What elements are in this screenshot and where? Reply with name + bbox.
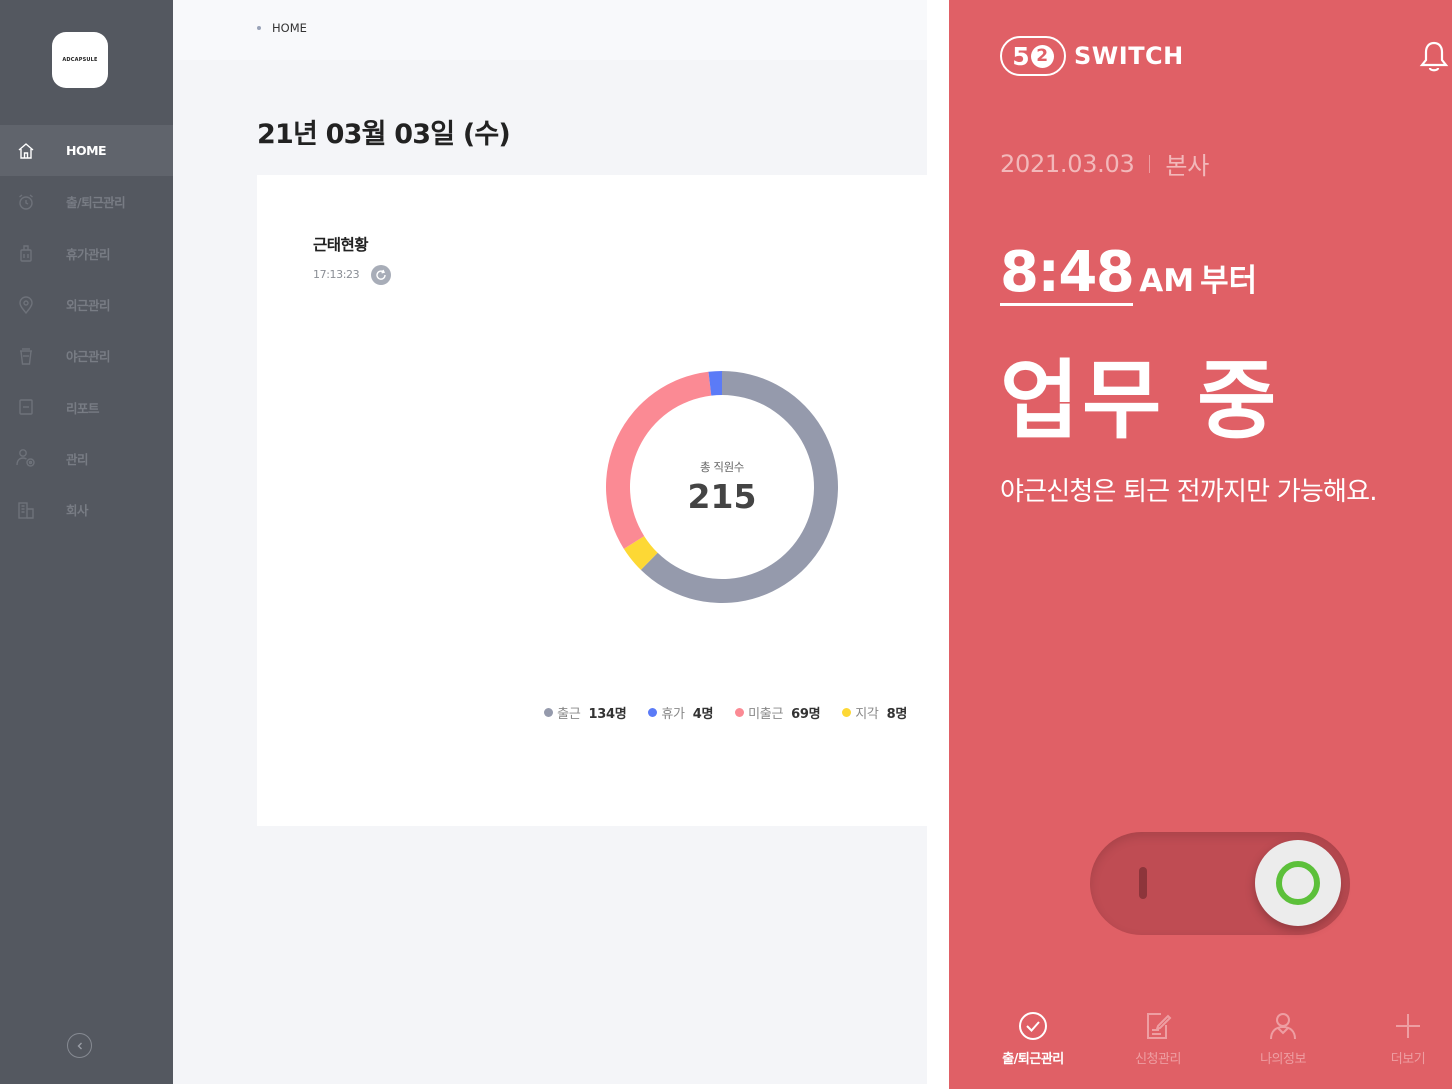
suitcase-icon [16,243,36,263]
top-bar: HOME [173,0,927,60]
sidebar-item-label: 관리 [66,451,89,467]
breadcrumb: HOME [257,21,307,35]
toggle-off-marker [1139,867,1147,899]
legend-label: 미출근 [748,707,784,722]
legend-item: 출근 134명 [544,703,627,722]
check-circle-icon [1017,1010,1049,1042]
sidebar-item-vacation[interactable]: 휴가관리 [0,228,173,279]
logo-digit-five: 5 [1012,41,1030,71]
coffee-cup-icon [16,346,36,366]
clock-in-toggle[interactable] [1090,832,1350,935]
home-icon [16,141,36,161]
legend-item: 휴가 4명 [648,703,713,722]
tab-my-info[interactable]: 나의정보 [1233,1010,1333,1067]
clock-in-suffix: 부터 [1200,263,1258,299]
breadcrumb-bullet-icon [257,26,261,30]
tab-label: 출/퇴근관리 [1002,1052,1064,1067]
page-title: 21년 03월 03일 (수) [257,119,511,150]
app-logo-badge: 5 2 [1000,36,1066,76]
notification-button[interactable] [1419,40,1449,74]
sidebar-collapse-button[interactable] [67,1033,92,1058]
legend-count: 4명 [692,707,714,722]
date-location-line: 2021.03.03 본사 [1000,146,1209,181]
legend-label: 휴가 [661,707,685,722]
work-status: 업무 중 [1000,351,1280,451]
sidebar-item-outside-work[interactable]: 외근관리 [0,279,173,330]
legend-count: 8명 [886,707,908,722]
sidebar-item-management[interactable]: 관리 [0,433,173,484]
updated-time: 17:13:23 [313,268,360,281]
legend-label: 출근 [557,707,581,722]
company-logo-text: ADCAPSULE [62,57,98,63]
clock-in-ampm: AM [1139,263,1195,299]
tab-label: 신청관리 [1135,1052,1181,1067]
clock-in-time-value: 8:48 [1000,240,1135,306]
sidebar-menu: HOME 출/퇴근관리 휴가관리 외근관리 야근관리 리포트 관리 회사 [0,125,173,535]
legend-dot-icon [735,708,745,717]
chart-legend: 출근 134명 휴가 4명 미출근 69명 지각 8명 [544,703,907,722]
sidebar-item-overtime[interactable]: 야근관리 [0,330,173,381]
info-separator [1149,154,1151,173]
sidebar-item-home[interactable]: HOME [0,125,173,177]
sidebar-item-attendance[interactable]: 출/퇴근관리 [0,176,173,227]
sidebar-item-company[interactable]: 회사 [0,484,173,535]
legend-dot-icon [648,708,658,717]
location-pin-icon [16,295,36,315]
card-title: 근태현황 [313,236,369,254]
bell-icon [1419,41,1449,78]
toggle-on-ring-icon [1276,861,1320,905]
legend-item: 미출근 69명 [735,703,821,722]
sidebar: ADCAPSULE HOME 출/퇴근관리 휴가관리 외근관리 야근관리 리포트… [0,0,173,1084]
panel-divider [927,0,949,1089]
app-logo: 5 2 SWITCH [1000,36,1184,76]
donut-slice-미출근[interactable] [606,371,712,549]
refresh-icon [375,266,387,285]
legend-item: 지각 8명 [842,703,907,722]
attendance-status-card: 근태현황 17:13:23 총 직원수 215 출근 134명 휴가 4명 미출근 69명… [257,175,927,826]
attendance-donut-chart [606,371,838,603]
legend-dot-icon [842,708,852,717]
sidebar-item-label: 외근관리 [66,298,111,314]
logo-digit-two: 2 [1030,44,1054,68]
mobile-app-screen: 5 2 SWITCH 2021.03.03 본사 8:48 AM 부터 업무 중… [949,0,1452,1089]
tab-label: 나의정보 [1260,1052,1306,1067]
company-logo[interactable]: ADCAPSULE [52,32,108,88]
current-date: 2021.03.03 [1000,149,1135,178]
chevron-left-icon [75,1036,85,1055]
tab-requests[interactable]: 신청관리 [1108,1010,1208,1067]
sidebar-item-label: 회사 [66,503,89,519]
sidebar-item-label: 리포트 [66,400,100,416]
legend-dot-icon [544,708,554,717]
edit-document-icon [1142,1010,1174,1042]
bottom-tab-bar: 출/퇴근관리 신청관리 나의정보 더보기 [949,1000,1452,1089]
sidebar-item-report[interactable]: 리포트 [0,381,173,432]
work-location: 본사 [1165,152,1209,180]
clock-in-time: 8:48 AM 부터 [1000,240,1258,306]
report-icon [16,397,36,417]
sidebar-item-label: 야근관리 [66,349,111,365]
refresh-button[interactable] [371,265,391,285]
plus-icon [1392,1010,1424,1042]
tab-more[interactable]: 더보기 [1358,1010,1452,1067]
building-icon [16,500,36,520]
user-settings-icon [16,448,36,468]
legend-count: 134명 [588,707,627,722]
sidebar-item-label: 휴가관리 [66,246,111,262]
toggle-knob[interactable] [1255,840,1341,926]
tab-label: 더보기 [1390,1052,1426,1067]
breadcrumb-home[interactable]: HOME [272,21,307,35]
legend-label: 지각 [855,707,879,722]
legend-count: 69명 [791,707,821,722]
sidebar-item-label: 출/퇴근관리 [66,195,126,211]
sidebar-item-label: HOME [66,143,107,159]
main-content: HOME 21년 03월 03일 (수) 근태현황 17:13:23 총 직원수… [173,0,927,1084]
app-name: SWITCH [1074,42,1184,70]
overtime-notice: 야근신청은 퇴근 전까지만 가능해요. [1000,477,1377,507]
person-icon [1267,1010,1299,1042]
tab-attendance[interactable]: 출/퇴근관리 [983,1010,1083,1067]
alarm-clock-icon [16,192,36,212]
